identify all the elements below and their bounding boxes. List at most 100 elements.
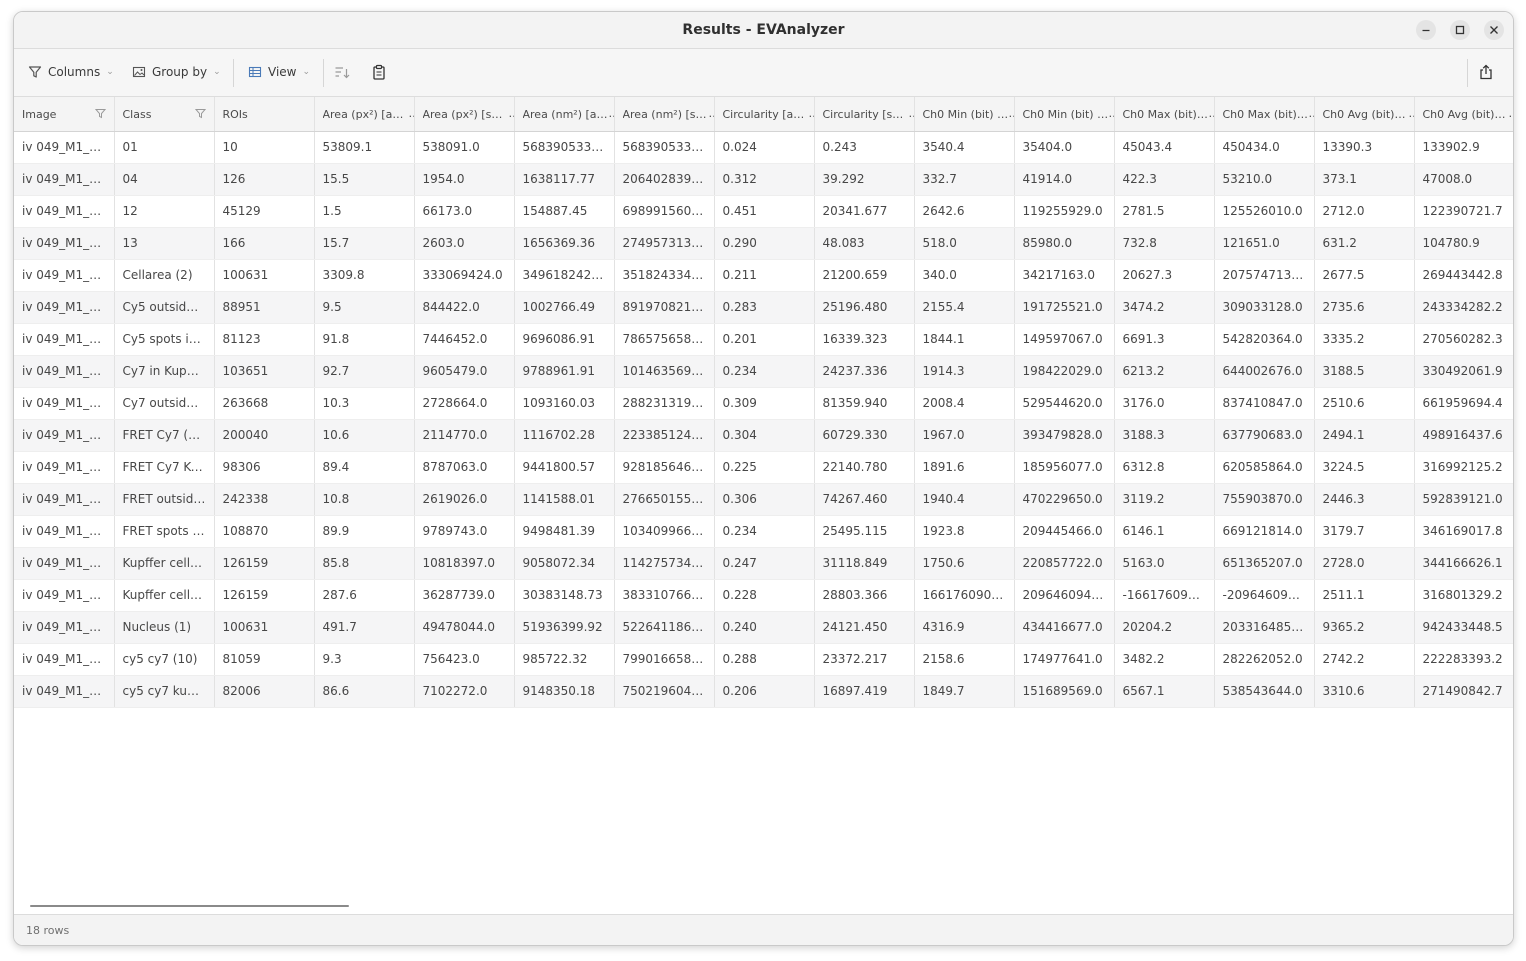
table-cell[interactable]: 125526010.0 bbox=[1214, 195, 1315, 228]
table-cell[interactable]: 0.451 bbox=[714, 195, 815, 228]
table-cell[interactable]: 104780.9 bbox=[1414, 227, 1513, 260]
table-cell[interactable]: Cy5 spots in ... bbox=[114, 323, 215, 356]
column-filter-icon[interactable] bbox=[94, 108, 106, 119]
table-cell[interactable]: 2642.6 bbox=[914, 195, 1015, 228]
table-cell[interactable]: 3176.0 bbox=[1114, 387, 1215, 420]
table-cell[interactable]: Kupffer cells ... bbox=[114, 579, 215, 612]
table-cell[interactable]: 2781.5 bbox=[1114, 195, 1215, 228]
table-cell[interactable]: 108870 bbox=[214, 515, 315, 548]
table-cell[interactable]: 644002676.0 bbox=[1214, 355, 1315, 388]
table-cell[interactable]: 91.8 bbox=[314, 323, 415, 356]
table-cell[interactable]: 538091.0 bbox=[414, 131, 515, 164]
table-cell[interactable]: 1656369.36 bbox=[514, 227, 615, 260]
table-cell[interactable]: 1940.4 bbox=[914, 483, 1015, 516]
table-cell[interactable]: 2155.4 bbox=[914, 291, 1015, 324]
table-cell[interactable]: 21200.659 bbox=[814, 259, 915, 292]
table-cell[interactable]: iv 049_M1_L_... bbox=[14, 131, 115, 164]
table-cell[interactable]: iv 049_M1_L_... bbox=[14, 515, 115, 548]
table-cell[interactable]: 1750.6 bbox=[914, 547, 1015, 580]
table-cell[interactable]: 1954.0 bbox=[414, 163, 515, 196]
table-cell[interactable]: 316992125.2 bbox=[1414, 451, 1513, 484]
table-cell[interactable]: 13 bbox=[114, 227, 215, 260]
table-cell[interactable]: 2742.2 bbox=[1314, 643, 1415, 676]
table-cell[interactable]: 3188.3 bbox=[1114, 419, 1215, 452]
table-cell[interactable]: 1638117.77 bbox=[514, 163, 615, 196]
table-cell[interactable]: Nucleus (1) bbox=[114, 611, 215, 644]
table-cell[interactable]: 1967.0 bbox=[914, 419, 1015, 452]
table-cell[interactable]: 75021960481... bbox=[614, 675, 715, 708]
table-cell[interactable]: 126159 bbox=[214, 547, 315, 580]
table-cell[interactable]: 1849.7 bbox=[914, 675, 1015, 708]
close-button[interactable] bbox=[1484, 20, 1504, 40]
table-cell[interactable]: 15.5 bbox=[314, 163, 415, 196]
table-cell[interactable]: 4316.9 bbox=[914, 611, 1015, 644]
table-cell[interactable]: Cy5 outside K... bbox=[114, 291, 215, 324]
table-cell[interactable]: 198422029.0 bbox=[1014, 355, 1115, 388]
table-cell[interactable]: 89197082163... bbox=[614, 291, 715, 324]
table-cell[interactable]: 0.024 bbox=[714, 131, 815, 164]
table-cell[interactable]: 393479828.0 bbox=[1014, 419, 1115, 452]
table-cell[interactable]: -1661760905... bbox=[1114, 579, 1215, 612]
table-cell[interactable]: 10 bbox=[214, 131, 315, 164]
column-header[interactable]: Class bbox=[114, 97, 215, 132]
table-cell[interactable]: iv 049_M1_L_... bbox=[14, 195, 115, 228]
table-row[interactable]: iv 049_M1_L_... Nucleus (1) 100631 491.7 494… bbox=[14, 611, 1513, 644]
table-cell[interactable]: 755903870.0 bbox=[1214, 483, 1315, 516]
table-cell[interactable]: 01 bbox=[114, 131, 215, 164]
table-cell[interactable]: 2728.0 bbox=[1314, 547, 1415, 580]
table-cell[interactable]: 151689569.0 bbox=[1014, 675, 1115, 708]
table-cell[interactable]: 661959694.4 bbox=[1414, 387, 1513, 420]
table-cell[interactable]: 51936399.92 bbox=[514, 611, 615, 644]
table-cell[interactable]: 10.3 bbox=[314, 387, 415, 420]
table-cell[interactable]: 470229650.0 bbox=[1014, 483, 1115, 516]
table-cell[interactable]: 434416677.0 bbox=[1014, 611, 1115, 644]
table-cell[interactable]: 942433448.5 bbox=[1414, 611, 1513, 644]
table-cell[interactable]: 0.240 bbox=[714, 611, 815, 644]
table-cell[interactable]: 263668 bbox=[214, 387, 315, 420]
table-cell[interactable]: 0.290 bbox=[714, 227, 815, 260]
table-cell[interactable]: 518.0 bbox=[914, 227, 1015, 260]
table-cell[interactable]: 89.4 bbox=[314, 451, 415, 484]
table-cell[interactable]: 89.9 bbox=[314, 515, 415, 548]
table-cell[interactable]: iv 049_M1_L_... bbox=[14, 259, 115, 292]
table-cell[interactable]: 2158.6 bbox=[914, 643, 1015, 676]
table-cell[interactable]: 450434.0 bbox=[1214, 131, 1315, 164]
table-cell[interactable]: 7102272.0 bbox=[414, 675, 515, 708]
table-cell[interactable]: 422.3 bbox=[1114, 163, 1215, 196]
results-table-area[interactable]: Image Class ROIs Area (px²) [avg] Area (px²)… bbox=[14, 97, 1513, 912]
table-cell[interactable]: 330492061.9 bbox=[1414, 355, 1513, 388]
table-cell[interactable]: 0.228 bbox=[714, 579, 815, 612]
table-cell[interactable]: 669121814.0 bbox=[1214, 515, 1315, 548]
table-cell[interactable]: 53809.1 bbox=[314, 131, 415, 164]
table-cell[interactable]: 27665015514... bbox=[614, 483, 715, 516]
table-cell[interactable]: 92.7 bbox=[314, 355, 415, 388]
table-cell[interactable]: 10146356911... bbox=[614, 355, 715, 388]
table-cell[interactable]: 85.8 bbox=[314, 547, 415, 580]
table-cell[interactable]: 10340996690... bbox=[614, 515, 715, 548]
table-cell[interactable]: iv 049_M1_L_... bbox=[14, 675, 115, 708]
table-row[interactable]: iv 049_M1_L_... FRET spots in... 108870 89.… bbox=[14, 515, 1513, 548]
table-cell[interactable]: Kupffer cell (3) bbox=[114, 547, 215, 580]
table-cell[interactable]: 39.292 bbox=[814, 163, 915, 196]
table-cell[interactable]: 0.306 bbox=[714, 483, 815, 516]
table-cell[interactable]: iv 049_M1_L_... bbox=[14, 451, 115, 484]
column-header[interactable]: Ch0 Avg (bit) [s... bbox=[1414, 97, 1513, 132]
table-cell[interactable]: 491.7 bbox=[314, 611, 415, 644]
table-cell[interactable]: iv 049_M1_L_... bbox=[14, 227, 115, 260]
table-cell[interactable]: 3309.8 bbox=[314, 259, 415, 292]
table-cell[interactable]: 344166626.1 bbox=[1414, 547, 1513, 580]
table-cell[interactable]: 126159 bbox=[214, 579, 315, 612]
table-cell[interactable]: 5683905338.64 bbox=[514, 131, 615, 164]
table-cell[interactable]: 2008.4 bbox=[914, 387, 1015, 420]
table-cell[interactable]: Cy7 outside K... bbox=[114, 387, 215, 420]
table-cell[interactable]: FRET Cy7 Kup... bbox=[114, 451, 215, 484]
table-cell[interactable]: 220857722.0 bbox=[1014, 547, 1115, 580]
table-cell[interactable]: 78657565870... bbox=[614, 323, 715, 356]
table-cell[interactable]: 346169017.8 bbox=[1414, 515, 1513, 548]
table-cell[interactable]: 34217163.0 bbox=[1014, 259, 1115, 292]
table-cell[interactable]: iv 049_M1_L_... bbox=[14, 355, 115, 388]
table-cell[interactable]: 0.247 bbox=[714, 547, 815, 580]
table-cell[interactable]: 2735.6 bbox=[1314, 291, 1415, 324]
table-cell[interactable]: 316801329.2 bbox=[1414, 579, 1513, 612]
table-cell[interactable]: 185956077.0 bbox=[1014, 451, 1115, 484]
